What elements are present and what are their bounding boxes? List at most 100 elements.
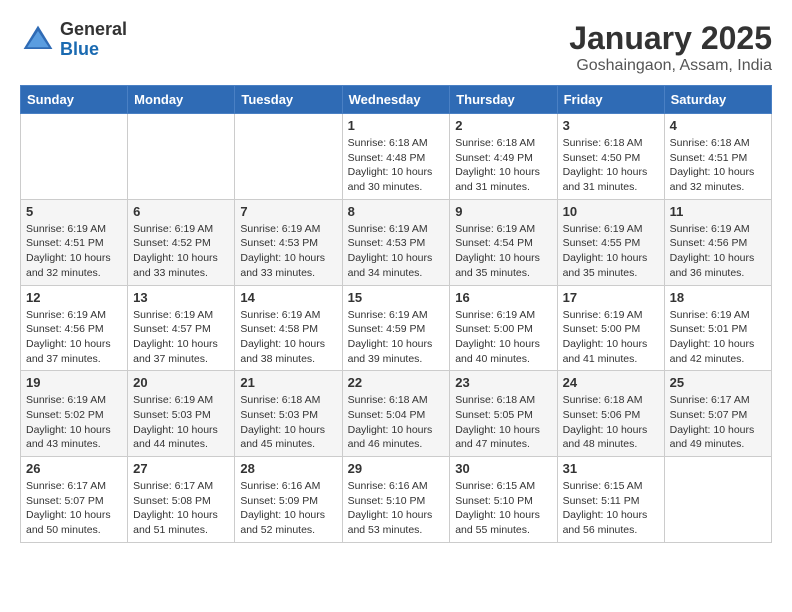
day-info: Sunrise: 6:18 AM Sunset: 4:49 PM Dayligh… bbox=[455, 136, 551, 195]
day-info: Sunrise: 6:19 AM Sunset: 4:53 PM Dayligh… bbox=[240, 222, 336, 281]
calendar-cell: 23 Sunrise: 6:18 AM Sunset: 5:05 PM Dayli… bbox=[450, 371, 557, 457]
calendar-cell: 7 Sunrise: 6:19 AM Sunset: 4:53 PM Daylig… bbox=[235, 199, 342, 285]
day-number: 6 bbox=[133, 204, 229, 219]
day-info: Sunrise: 6:19 AM Sunset: 5:00 PM Dayligh… bbox=[563, 308, 659, 367]
calendar-cell: 25 Sunrise: 6:17 AM Sunset: 5:07 PM Dayli… bbox=[664, 371, 771, 457]
weekday-header-row: SundayMondayTuesdayWednesdayThursdayFrid… bbox=[21, 86, 772, 114]
calendar-cell: 18Sunrise: 6:19 AM Sunset: 5:01 PM Dayli… bbox=[664, 285, 771, 371]
day-info: Sunrise: 6:18 AM Sunset: 4:50 PM Dayligh… bbox=[563, 136, 659, 195]
day-number: 29 bbox=[348, 461, 445, 476]
day-info: Sunrise: 6:18 AM Sunset: 5:03 PM Dayligh… bbox=[240, 393, 336, 452]
calendar-cell: 3 Sunrise: 6:18 AM Sunset: 4:50 PM Daylig… bbox=[557, 114, 664, 200]
day-info: Sunrise: 6:18 AM Sunset: 4:48 PM Dayligh… bbox=[348, 136, 445, 195]
day-number: 26 bbox=[26, 461, 122, 476]
calendar-cell: 10 Sunrise: 6:19 AM Sunset: 4:55 PM Dayli… bbox=[557, 199, 664, 285]
calendar-cell: 24 Sunrise: 6:18 AM Sunset: 5:06 PM Dayli… bbox=[557, 371, 664, 457]
weekday-header-friday: Friday bbox=[557, 86, 664, 114]
day-info: Sunrise: 6:18 AM Sunset: 5:05 PM Dayligh… bbox=[455, 393, 551, 452]
calendar-cell: 9 Sunrise: 6:19 AM Sunset: 4:54 PM Daylig… bbox=[450, 199, 557, 285]
calendar-cell: 17 Sunrise: 6:19 AM Sunset: 5:00 PM Dayli… bbox=[557, 285, 664, 371]
day-info: Sunrise: 6:18 AM Sunset: 5:06 PM Dayligh… bbox=[563, 393, 659, 452]
day-info: Sunrise: 6:15 AM Sunset: 5:11 PM Dayligh… bbox=[563, 479, 659, 538]
day-info: Sunrise: 6:19 AM Sunset: 5:01 PM Dayligh… bbox=[670, 308, 766, 367]
title-block: January 2025 Goshaingaon, Assam, India bbox=[569, 20, 772, 75]
calendar-cell: 5 Sunrise: 6:19 AM Sunset: 4:51 PM Daylig… bbox=[21, 199, 128, 285]
day-number: 5 bbox=[26, 204, 122, 219]
week-row-1: 1 Sunrise: 6:18 AM Sunset: 4:48 PM Daylig… bbox=[21, 114, 772, 200]
day-number: 27 bbox=[133, 461, 229, 476]
day-number: 8 bbox=[348, 204, 445, 219]
day-number: 2 bbox=[455, 118, 551, 133]
day-info: Sunrise: 6:17 AM Sunset: 5:07 PM Dayligh… bbox=[670, 393, 766, 452]
day-number: 22 bbox=[348, 375, 445, 390]
day-info: Sunrise: 6:18 AM Sunset: 5:04 PM Dayligh… bbox=[348, 393, 445, 452]
day-info: Sunrise: 6:19 AM Sunset: 4:56 PM Dayligh… bbox=[26, 308, 122, 367]
day-info: Sunrise: 6:18 AM Sunset: 4:51 PM Dayligh… bbox=[670, 136, 766, 195]
day-number: 13 bbox=[133, 290, 229, 305]
calendar-cell: 16 Sunrise: 6:19 AM Sunset: 5:00 PM Dayli… bbox=[450, 285, 557, 371]
day-number: 3 bbox=[563, 118, 659, 133]
calendar-cell: 31 Sunrise: 6:15 AM Sunset: 5:11 PM Dayli… bbox=[557, 457, 664, 543]
day-info: Sunrise: 6:19 AM Sunset: 4:53 PM Dayligh… bbox=[348, 222, 445, 281]
week-row-5: 26 Sunrise: 6:17 AM Sunset: 5:07 PM Dayli… bbox=[21, 457, 772, 543]
calendar-cell: 27Sunrise: 6:17 AM Sunset: 5:08 PM Dayli… bbox=[128, 457, 235, 543]
day-info: Sunrise: 6:19 AM Sunset: 4:59 PM Dayligh… bbox=[348, 308, 445, 367]
day-info: Sunrise: 6:19 AM Sunset: 4:54 PM Dayligh… bbox=[455, 222, 551, 281]
calendar-cell bbox=[235, 114, 342, 200]
logo: General Blue bbox=[20, 20, 127, 60]
day-info: Sunrise: 6:19 AM Sunset: 4:57 PM Dayligh… bbox=[133, 308, 229, 367]
calendar-cell: 28Sunrise: 6:16 AM Sunset: 5:09 PM Dayli… bbox=[235, 457, 342, 543]
day-number: 7 bbox=[240, 204, 336, 219]
day-info: Sunrise: 6:17 AM Sunset: 5:07 PM Dayligh… bbox=[26, 479, 122, 538]
calendar-cell bbox=[128, 114, 235, 200]
day-info: Sunrise: 6:19 AM Sunset: 5:03 PM Dayligh… bbox=[133, 393, 229, 452]
weekday-header-wednesday: Wednesday bbox=[342, 86, 450, 114]
location: Goshaingaon, Assam, India bbox=[569, 57, 772, 75]
day-number: 1 bbox=[348, 118, 445, 133]
week-row-4: 19 Sunrise: 6:19 AM Sunset: 5:02 PM Dayli… bbox=[21, 371, 772, 457]
calendar-cell: 14Sunrise: 6:19 AM Sunset: 4:58 PM Dayli… bbox=[235, 285, 342, 371]
calendar-cell: 6Sunrise: 6:19 AM Sunset: 4:52 PM Daylig… bbox=[128, 199, 235, 285]
day-number: 31 bbox=[563, 461, 659, 476]
calendar-cell: 21 Sunrise: 6:18 AM Sunset: 5:03 PM Dayli… bbox=[235, 371, 342, 457]
day-info: Sunrise: 6:19 AM Sunset: 4:55 PM Dayligh… bbox=[563, 222, 659, 281]
day-info: Sunrise: 6:19 AM Sunset: 4:51 PM Dayligh… bbox=[26, 222, 122, 281]
calendar-cell: 30Sunrise: 6:15 AM Sunset: 5:10 PM Dayli… bbox=[450, 457, 557, 543]
calendar-cell: 19 Sunrise: 6:19 AM Sunset: 5:02 PM Dayli… bbox=[21, 371, 128, 457]
day-number: 23 bbox=[455, 375, 551, 390]
day-number: 15 bbox=[348, 290, 445, 305]
month-title: January 2025 bbox=[569, 20, 772, 57]
day-number: 25 bbox=[670, 375, 766, 390]
calendar-cell bbox=[664, 457, 771, 543]
day-number: 4 bbox=[670, 118, 766, 133]
calendar-cell: 15 Sunrise: 6:19 AM Sunset: 4:59 PM Dayli… bbox=[342, 285, 450, 371]
day-number: 14 bbox=[240, 290, 336, 305]
day-info: Sunrise: 6:19 AM Sunset: 5:00 PM Dayligh… bbox=[455, 308, 551, 367]
calendar-cell bbox=[21, 114, 128, 200]
day-number: 19 bbox=[26, 375, 122, 390]
calendar-cell: 8 Sunrise: 6:19 AM Sunset: 4:53 PM Daylig… bbox=[342, 199, 450, 285]
day-number: 16 bbox=[455, 290, 551, 305]
page-header: General Blue January 2025 Goshaingaon, A… bbox=[20, 20, 772, 75]
day-number: 11 bbox=[670, 204, 766, 219]
calendar-cell: 20Sunrise: 6:19 AM Sunset: 5:03 PM Dayli… bbox=[128, 371, 235, 457]
weekday-header-sunday: Sunday bbox=[21, 86, 128, 114]
day-number: 21 bbox=[240, 375, 336, 390]
day-number: 30 bbox=[455, 461, 551, 476]
calendar-table: SundayMondayTuesdayWednesdayThursdayFrid… bbox=[20, 85, 772, 543]
calendar-cell: 13 Sunrise: 6:19 AM Sunset: 4:57 PM Dayli… bbox=[128, 285, 235, 371]
week-row-3: 12Sunrise: 6:19 AM Sunset: 4:56 PM Dayli… bbox=[21, 285, 772, 371]
day-info: Sunrise: 6:19 AM Sunset: 5:02 PM Dayligh… bbox=[26, 393, 122, 452]
weekday-header-thursday: Thursday bbox=[450, 86, 557, 114]
day-number: 24 bbox=[563, 375, 659, 390]
calendar-cell: 2 Sunrise: 6:18 AM Sunset: 4:49 PM Daylig… bbox=[450, 114, 557, 200]
calendar-cell: 29 Sunrise: 6:16 AM Sunset: 5:10 PM Dayli… bbox=[342, 457, 450, 543]
day-number: 10 bbox=[563, 204, 659, 219]
day-number: 9 bbox=[455, 204, 551, 219]
day-info: Sunrise: 6:16 AM Sunset: 5:10 PM Dayligh… bbox=[348, 479, 445, 538]
calendar-cell: 22 Sunrise: 6:18 AM Sunset: 5:04 PM Dayli… bbox=[342, 371, 450, 457]
logo-text: General Blue bbox=[60, 20, 127, 60]
day-number: 17 bbox=[563, 290, 659, 305]
calendar-cell: 12Sunrise: 6:19 AM Sunset: 4:56 PM Dayli… bbox=[21, 285, 128, 371]
weekday-header-tuesday: Tuesday bbox=[235, 86, 342, 114]
